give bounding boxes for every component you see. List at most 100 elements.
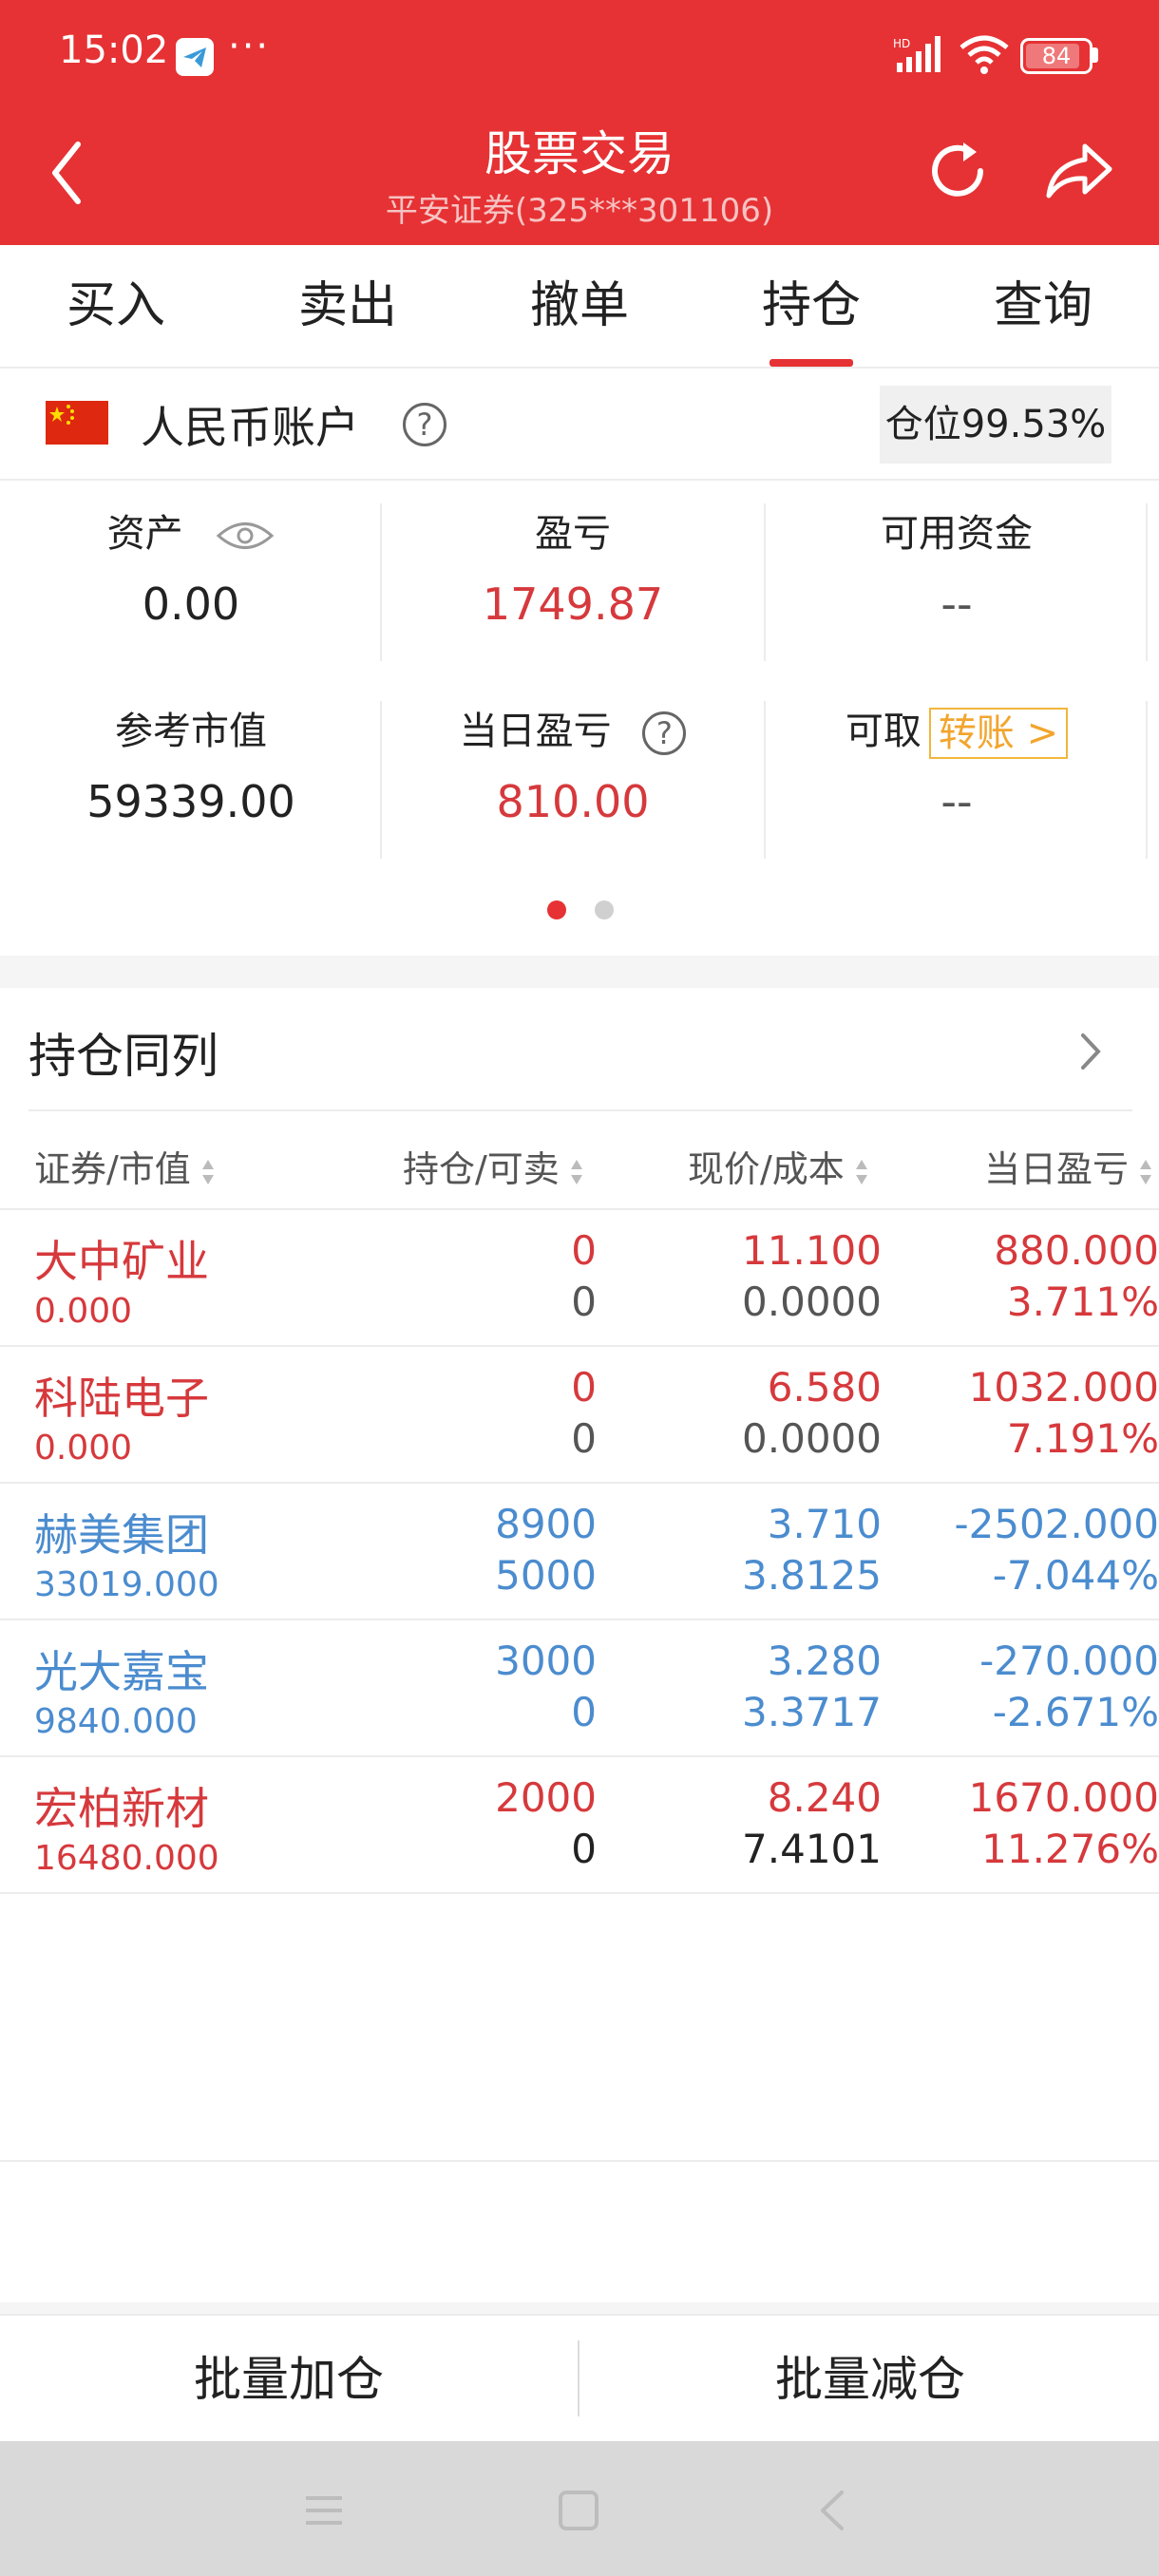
stock-daily-pct: -7.044%	[992, 1552, 1159, 1599]
stock-sellable: 0	[571, 1689, 597, 1735]
market-value: 59339.00	[86, 776, 295, 827]
table-row[interactable]: 科陆电子 0.000 0 0 6.580 0.0000 1032.000 7.1…	[0, 1347, 1159, 1484]
withdrawable-value: --	[940, 776, 973, 827]
section-gap	[0, 956, 1159, 988]
withdrawable-label: 可取	[845, 710, 922, 753]
share-icon[interactable]	[1043, 137, 1115, 205]
col-price[interactable]: 现价/成本	[688, 1140, 869, 1192]
stock-price: 3.710	[767, 1501, 882, 1547]
app-header: 15:02 ··· HD 84 股票交易 平安证券(325***301106)	[0, 0, 1159, 245]
stock-sellable: 5000	[495, 1552, 597, 1599]
batch-add-button[interactable]: 批量加仓	[0, 2316, 578, 2443]
assets-label: 资产	[106, 512, 183, 556]
col-daily-pnl[interactable]: 当日盈亏	[984, 1140, 1153, 1192]
trade-tabs: 买入 卖出 撤单 持仓 查询	[0, 245, 1159, 369]
stock-daily-pnl: -2502.000	[954, 1501, 1159, 1547]
table-row[interactable]: 赫美集团 33019.000 8900 5000 3.710 3.8125 -2…	[0, 1484, 1159, 1620]
stock-name: 科陆电子	[34, 1373, 209, 1424]
status-time: 15:02	[59, 28, 169, 72]
tab-buy[interactable]: 买入	[0, 245, 232, 367]
stock-holding: 8900	[495, 1501, 597, 1547]
stock-name: 宏柏新材	[34, 1783, 209, 1834]
eye-icon[interactable]	[216, 520, 275, 552]
account-row: 人民币账户 ? 仓位99.53%	[0, 370, 1159, 481]
stock-daily-pnl: -270.000	[979, 1638, 1159, 1684]
stock-market-value: 9840.000	[34, 1702, 198, 1741]
stock-holding: 2000	[495, 1774, 597, 1821]
hd-signal-icon: HD	[893, 36, 940, 72]
stock-price: 8.240	[767, 1774, 882, 1821]
battery-icon: 84	[1020, 38, 1092, 74]
market-value-cell: 参考市值 59339.00	[0, 703, 382, 830]
sort-icon	[855, 1159, 867, 1184]
refresh-icon[interactable]	[923, 137, 992, 205]
sort-icon	[201, 1159, 214, 1184]
stock-sellable: 0	[571, 1415, 597, 1462]
stock-daily-pnl: 1670.000	[968, 1774, 1159, 1821]
tab-sell[interactable]: 卖出	[232, 245, 464, 367]
market-value-label: 参考市值	[115, 710, 267, 753]
col-security[interactable]: 证券/市值	[34, 1140, 216, 1192]
page-dot[interactable]	[595, 900, 614, 919]
stock-cost: 0.0000	[742, 1279, 882, 1325]
stock-sellable: 0	[571, 1826, 597, 1872]
divider	[578, 2340, 580, 2416]
withdrawable-cell: 可取 转账 > --	[766, 703, 1148, 830]
stock-cost: 3.8125	[742, 1552, 882, 1599]
holdings-column-headers: 证券/市值 持仓/可卖 现价/成本 当日盈亏	[0, 1111, 1159, 1210]
chevron-right-icon[interactable]	[1072, 1028, 1110, 1075]
stock-name: 赫美集团	[34, 1509, 209, 1561]
col-daily-pnl-label: 当日盈亏	[984, 1148, 1130, 1190]
table-row[interactable]: 光大嘉宝 9840.000 3000 0 3.280 3.3717 -270.0…	[0, 1620, 1159, 1757]
system-nav-bar	[0, 2441, 1159, 2576]
stock-daily-pnl: 880.000	[994, 1227, 1159, 1274]
stock-holding: 3000	[495, 1638, 597, 1684]
tab-query[interactable]: 查询	[927, 245, 1159, 367]
table-row[interactable]: 宏柏新材 16480.000 2000 0 8.240 7.4101 1670.…	[0, 1757, 1159, 1894]
home-icon[interactable]	[555, 2487, 602, 2534]
stock-price: 6.580	[767, 1364, 882, 1411]
tab-holdings[interactable]: 持仓	[695, 245, 927, 367]
svg-text:HD: HD	[893, 37, 910, 50]
nav-back-icon[interactable]	[809, 2487, 857, 2534]
available-label: 可用资金	[881, 512, 1033, 556]
stock-daily-pct: -2.671%	[992, 1689, 1159, 1735]
china-flag-icon	[46, 401, 108, 445]
stock-market-value: 33019.000	[34, 1565, 219, 1604]
stock-holding: 0	[571, 1227, 597, 1274]
stock-sellable: 0	[571, 1279, 597, 1325]
stock-price: 11.100	[742, 1227, 882, 1274]
position-ratio: 仓位99.53%	[880, 386, 1112, 464]
stock-price: 3.280	[767, 1638, 882, 1684]
daily-pnl-label: 当日盈亏	[459, 710, 612, 753]
available-value: --	[940, 578, 973, 630]
more-notifications-icon: ···	[228, 25, 271, 68]
stock-market-value: 0.000	[34, 1429, 133, 1468]
wifi-icon	[960, 35, 1009, 74]
batch-actions-bar: 批量加仓 批量减仓	[0, 2314, 1159, 2441]
sort-icon	[570, 1159, 582, 1184]
stock-cost: 7.4101	[742, 1826, 882, 1872]
holdings-header[interactable]: 持仓同列	[0, 988, 1159, 1109]
table-row[interactable]: 大中矿业 0.000 0 0 11.100 0.0000 880.000 3.7…	[0, 1210, 1159, 1347]
col-price-label: 现价/成本	[688, 1148, 845, 1190]
page-dot-active[interactable]	[547, 900, 566, 919]
pnl-value: 1749.87	[482, 578, 664, 630]
stock-cost: 3.3717	[742, 1689, 882, 1735]
battery-tip	[1092, 47, 1098, 63]
asset-summary: 资产 0.00 盈亏 1749.87 可用资金 -- 参考市值 59339.00…	[0, 481, 1159, 956]
stock-daily-pct: 11.276%	[981, 1826, 1159, 1872]
transfer-button[interactable]: 转账 >	[928, 708, 1069, 759]
stock-holding: 0	[571, 1364, 597, 1411]
col-holding[interactable]: 持仓/可卖	[403, 1140, 584, 1192]
account-help-icon[interactable]: ?	[403, 403, 446, 446]
stock-cost: 0.0000	[742, 1415, 882, 1462]
battery-level: 84	[1041, 43, 1072, 69]
menu-icon[interactable]	[300, 2487, 348, 2534]
stock-market-value: 0.000	[34, 1292, 133, 1331]
daily-pnl-cell: 当日盈亏 ? 810.00	[382, 703, 764, 830]
divider	[1146, 701, 1148, 859]
daily-pnl-help-icon[interactable]: ?	[642, 711, 687, 755]
tab-cancel-order[interactable]: 撤单	[464, 245, 695, 367]
batch-reduce-button[interactable]: 批量减仓	[581, 2316, 1159, 2443]
